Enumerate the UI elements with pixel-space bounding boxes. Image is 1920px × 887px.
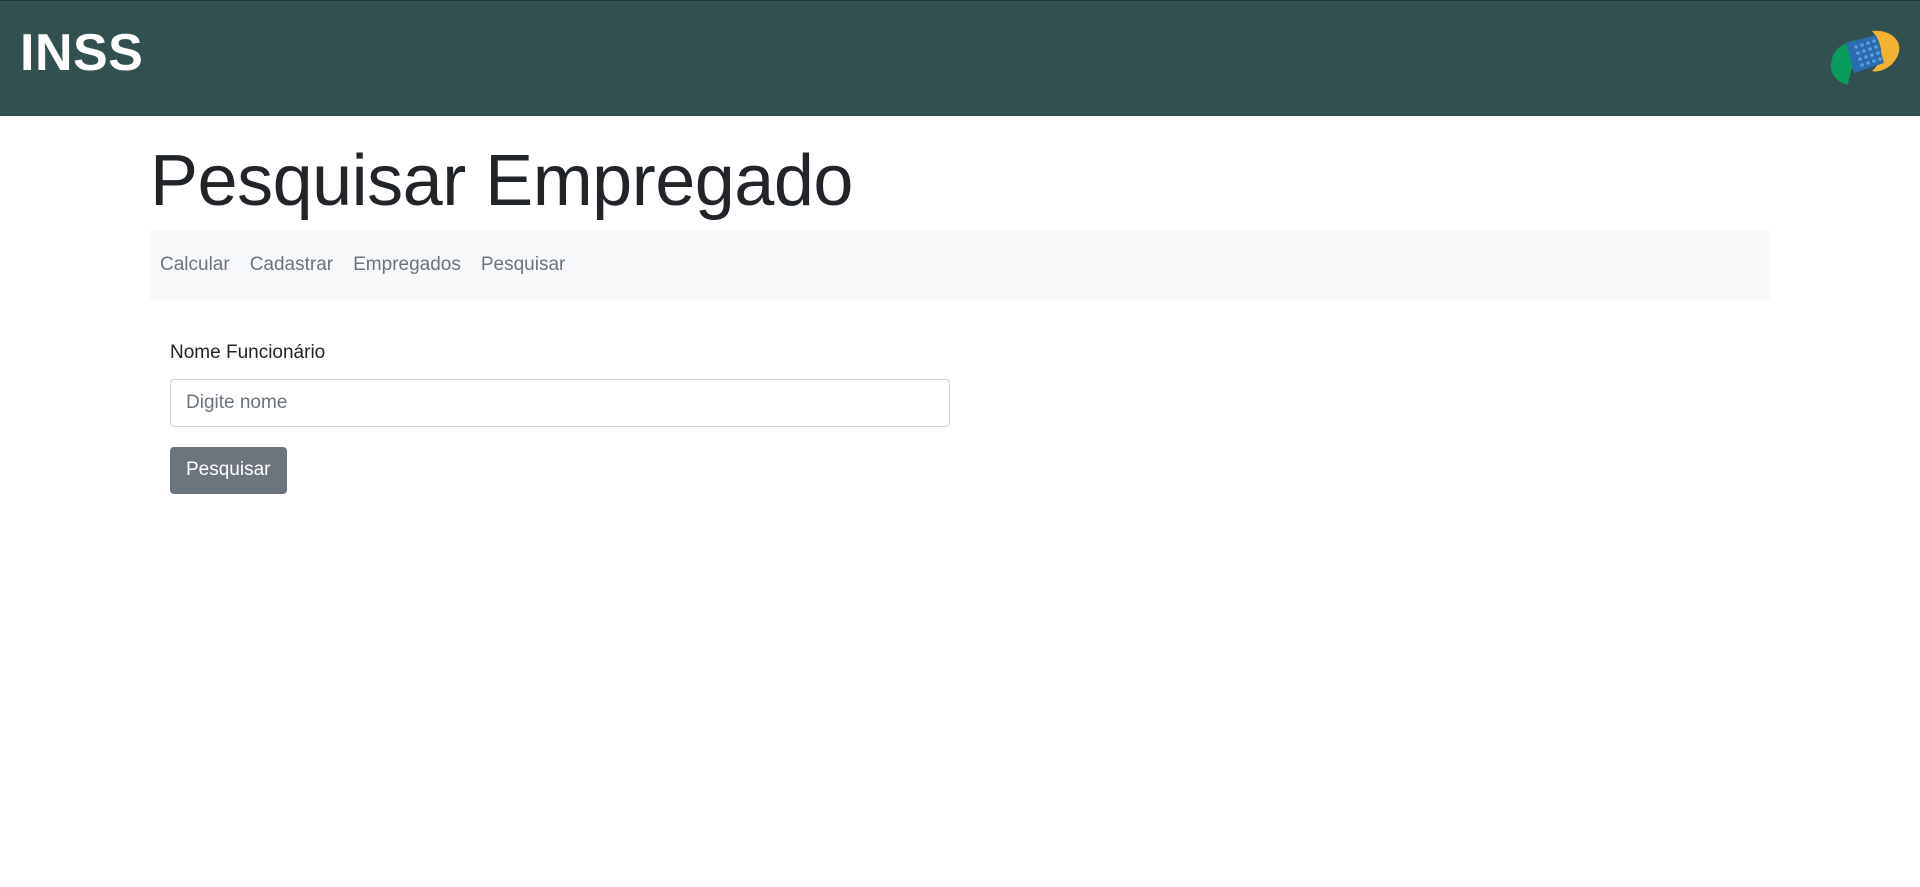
employee-name-input[interactable] <box>170 378 950 427</box>
main-nav: Calcular Cadastrar Empregados Pesquisar <box>150 230 1770 300</box>
search-form: Nome Funcionário Pesquisar <box>170 342 950 494</box>
nav-item-empregados[interactable]: Empregados <box>353 254 461 276</box>
nav-item-calcular[interactable]: Calcular <box>160 254 230 276</box>
brand-title[interactable]: INSS <box>20 27 143 79</box>
inss-logo-icon <box>1830 30 1900 85</box>
top-header-bar: INSS <box>0 0 1920 116</box>
nav-item-pesquisar[interactable]: Pesquisar <box>481 254 566 276</box>
nav-item-cadastrar[interactable]: Cadastrar <box>250 254 333 276</box>
page-title: Pesquisar Empregado <box>150 141 853 221</box>
search-button[interactable]: Pesquisar <box>170 446 287 494</box>
employee-name-label: Nome Funcionário <box>170 342 326 363</box>
